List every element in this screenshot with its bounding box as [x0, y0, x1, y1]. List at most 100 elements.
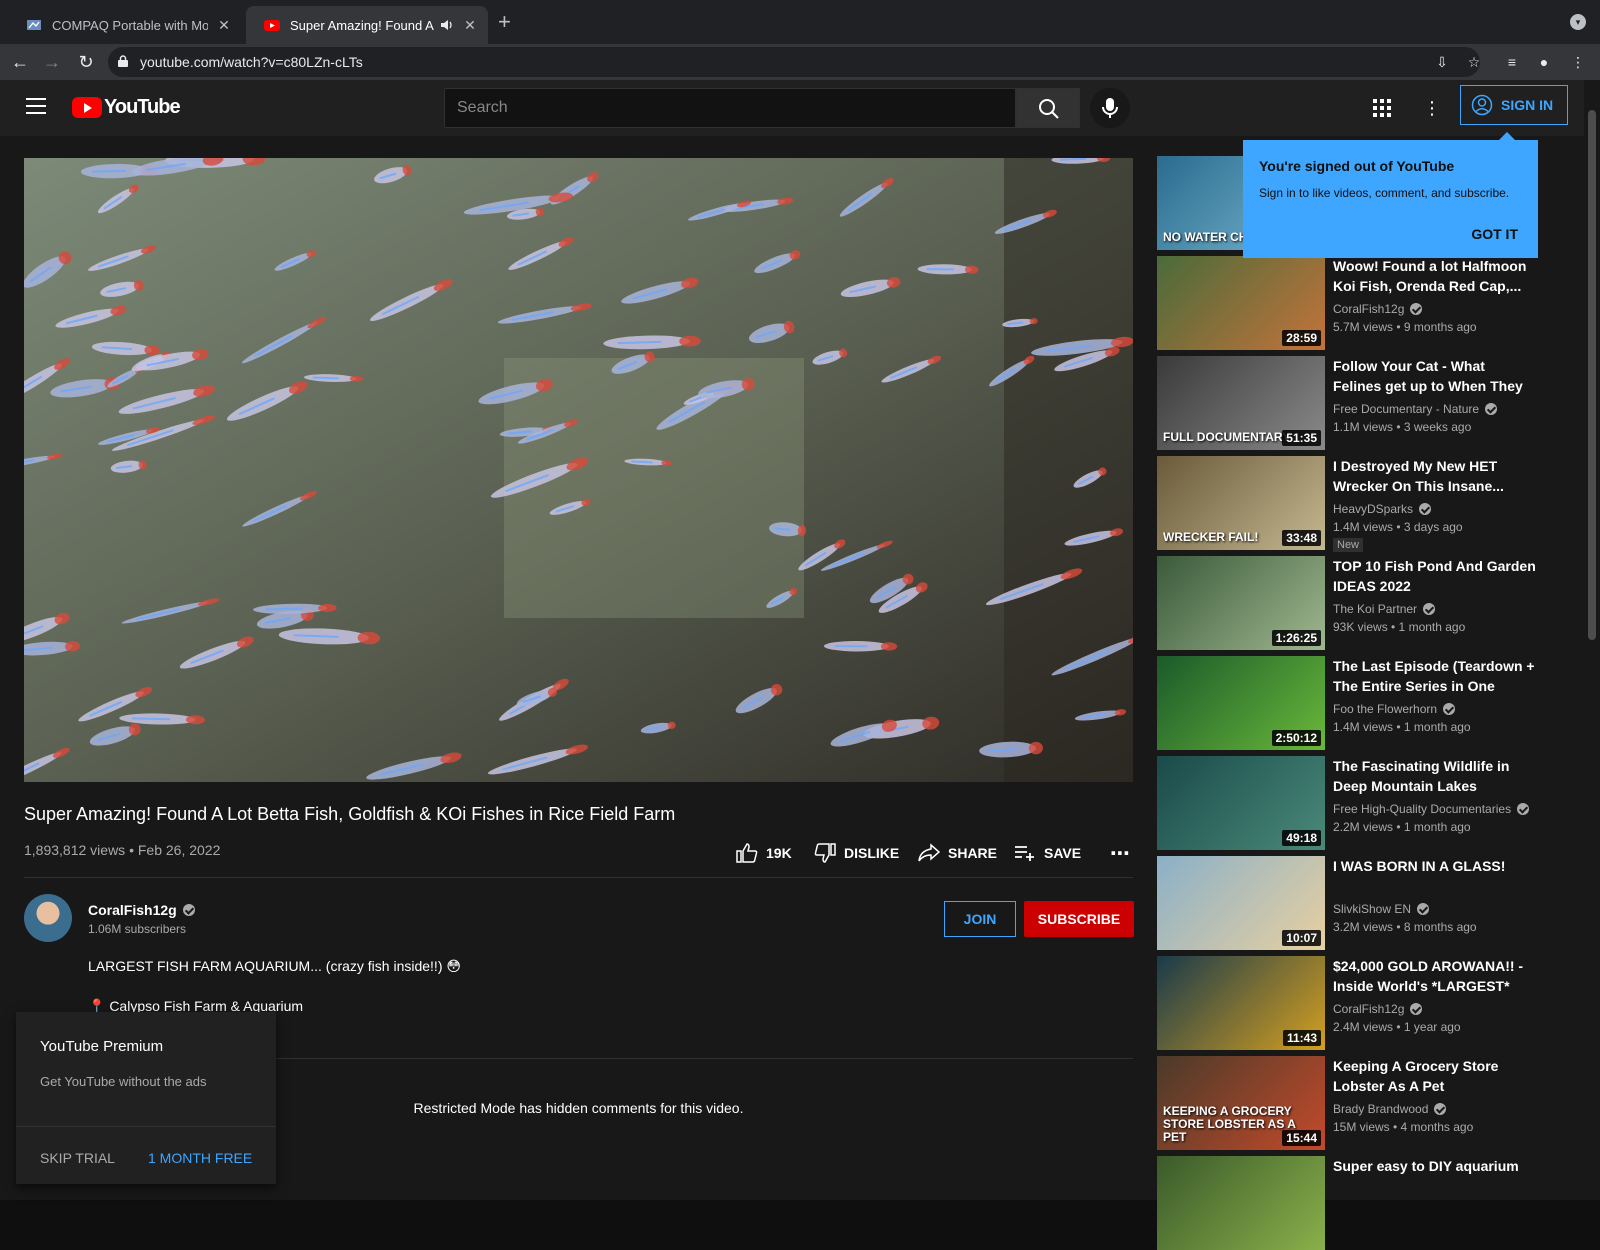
close-tab-icon[interactable]: ✕	[462, 17, 478, 34]
sign-in-label: SIGN IN	[1501, 97, 1554, 113]
recommendation-title[interactable]: I WAS BORN IN A GLASS!	[1333, 856, 1537, 876]
recommendation-channel[interactable]: Free Documentary - Nature	[1333, 402, 1479, 416]
recommendation-title[interactable]: Follow Your Cat - What Felines get up to…	[1333, 356, 1537, 396]
subscribe-button[interactable]: SUBSCRIBE	[1024, 901, 1134, 937]
channel-name-row[interactable]: CoralFish12g	[88, 902, 195, 918]
save-button[interactable]: SAVE	[1014, 838, 1081, 868]
recommendation-title[interactable]: Keeping A Grocery Store Lobster As A Pet	[1333, 1056, 1537, 1096]
profile-icon[interactable]: ●	[1534, 52, 1554, 72]
recommendation-channel[interactable]: Foo the Flowerhorn	[1333, 702, 1437, 716]
recommendation-item[interactable]: 2:50:12 The Last Episode (Teardown + The …	[1157, 656, 1567, 750]
more-actions-icon[interactable]: ⋯	[1110, 838, 1130, 868]
recommendation-item[interactable]: FULL DOCUMENTARY 51:35 Follow Your Cat - W…	[1157, 356, 1567, 450]
like-button[interactable]: 19K	[736, 838, 792, 868]
video-duration: 10:07	[1282, 930, 1321, 946]
address-bar[interactable]: youtube.com/watch?v=c80LZn-cLTs	[108, 47, 1480, 77]
recommendation-title[interactable]: $24,000 GOLD AROWANA!! - Inside World's …	[1333, 956, 1537, 996]
scrollbar-thumb[interactable]	[1588, 110, 1596, 640]
search-input[interactable]	[445, 89, 1015, 127]
dislike-button[interactable]: DISLIKE	[814, 838, 899, 868]
video-player[interactable]	[24, 158, 1133, 782]
recommendation-channel-row: The Koi Partner	[1333, 602, 1436, 616]
channel-name[interactable]: CoralFish12g	[88, 902, 177, 918]
video-views-date: 1,893,812 views • Feb 26, 2022	[24, 842, 221, 858]
recommendation-item[interactable]: 49:18 The Fascinating Wildlife in Deep Mo…	[1157, 756, 1567, 850]
video-thumbnail[interactable]: 1:26:25	[1157, 556, 1325, 650]
recommendation-item[interactable]: Super easy to DIY aquarium	[1157, 1156, 1567, 1250]
recommendation-title[interactable]: Woow! Found a lot Halfmoon Koi Fish, Ore…	[1333, 256, 1537, 296]
video-thumbnail[interactable]: FULL DOCUMENTARY 51:35	[1157, 356, 1325, 450]
browser-menu-icon[interactable]: ⋮	[1568, 52, 1588, 72]
verified-icon	[1419, 503, 1432, 515]
video-thumbnail[interactable]: 2:50:12	[1157, 656, 1325, 750]
recommendation-item[interactable]: 10:07 I WAS BORN IN A GLASS! SlivkiShow EN…	[1157, 856, 1567, 950]
recommendation-channel[interactable]: Free High-Quality Documentaries	[1333, 802, 1511, 816]
video-duration: 28:59	[1282, 330, 1321, 346]
join-button[interactable]: JOIN	[944, 901, 1016, 937]
video-thumbnail[interactable]: KEEPING A GROCERY STORE LOBSTER AS A PET…	[1157, 1056, 1325, 1150]
recommendation-title[interactable]: TOP 10 Fish Pond And Garden IDEAS 2022	[1333, 556, 1537, 596]
recommendation-channel[interactable]: SlivkiShow EN	[1333, 902, 1411, 916]
signed-out-tooltip: You're signed out of YouTube Sign in to …	[1243, 132, 1538, 258]
browser-tab-compaq[interactable]: COMPAQ Portable with Monoc ✕	[8, 6, 242, 44]
video-thumbnail[interactable]: 11:43	[1157, 956, 1325, 1050]
recommendation-item[interactable]: 28:59 Woow! Found a lot Halfmoon Koi Fish…	[1157, 256, 1567, 350]
video-thumbnail[interactable]	[1157, 1156, 1325, 1250]
share-button[interactable]: SHARE	[918, 838, 997, 868]
tab-search-icon[interactable]: ▾	[1570, 14, 1586, 30]
recommendation-title[interactable]: I Destroyed My New HET Wrecker On This I…	[1333, 456, 1537, 496]
close-tab-icon[interactable]: ✕	[216, 17, 232, 34]
video-duration: 11:43	[1282, 1030, 1321, 1046]
video-thumbnail[interactable]: 28:59	[1157, 256, 1325, 350]
verified-icon	[1423, 603, 1436, 615]
install-app-icon[interactable]: ⇩	[1432, 52, 1452, 72]
recommendation-meta: 5.7M views • 9 months ago	[1333, 320, 1477, 334]
page-scrollbar[interactable]	[1584, 80, 1600, 1200]
tooltip-title: You're signed out of YouTube	[1259, 158, 1455, 174]
recommendation-channel[interactable]: HeavyDSparks	[1333, 502, 1413, 516]
reload-icon[interactable]: ↻	[74, 50, 98, 74]
browser-tab-youtube[interactable]: Super Amazing! Found A Lot ✕	[246, 6, 488, 44]
speaker-icon[interactable]	[440, 18, 454, 32]
back-icon[interactable]: ←	[8, 50, 32, 74]
recommendation-channel[interactable]: The Koi Partner	[1333, 602, 1417, 616]
youtube-logo[interactable]: YouTube	[72, 96, 181, 119]
playlist-add-icon	[1015, 846, 1034, 861]
skip-trial-button[interactable]: SKIP TRIAL	[40, 1150, 115, 1166]
video-thumbnail[interactable]: WRECKER FAIL! 33:48	[1157, 456, 1325, 550]
media-control-icon[interactable]: ≡	[1502, 52, 1522, 72]
got-it-button[interactable]: GOT IT	[1471, 226, 1518, 242]
recommendation-item[interactable]: 11:43 $24,000 GOLD AROWANA!! - Inside Wor…	[1157, 956, 1567, 1050]
recommendation-item[interactable]: 1:26:25 TOP 10 Fish Pond And Garden IDEAS…	[1157, 556, 1567, 650]
settings-more-icon[interactable]: ⋮	[1420, 96, 1444, 120]
apps-grid-icon[interactable]	[1372, 98, 1392, 118]
forward-icon[interactable]: →	[40, 50, 64, 74]
subscriber-count: 1.06M subscribers	[88, 922, 187, 936]
search-button[interactable]	[1016, 88, 1080, 128]
recommendation-item[interactable]: WRECKER FAIL! 33:48 I Destroyed My New HET…	[1157, 456, 1567, 552]
recommendation-channel[interactable]: CoralFish12g	[1333, 302, 1404, 316]
channel-avatar[interactable]	[24, 894, 72, 942]
recommendation-channel-row: CoralFish12g	[1333, 1002, 1423, 1016]
sign-in-button[interactable]: SIGN IN	[1460, 85, 1568, 125]
new-tab-icon[interactable]: +	[498, 11, 511, 33]
voice-search-button[interactable]	[1090, 88, 1130, 128]
video-thumbnail[interactable]: 10:07	[1157, 856, 1325, 950]
account-icon	[1471, 94, 1493, 116]
one-month-free-button[interactable]: 1 MONTH FREE	[148, 1150, 252, 1166]
video-duration: 51:35	[1282, 430, 1321, 446]
recommendation-title[interactable]: The Last Episode (Teardown + The Entire …	[1333, 656, 1537, 696]
recommendation-item[interactable]: KEEPING A GROCERY STORE LOBSTER AS A PET…	[1157, 1056, 1567, 1150]
recommendation-title[interactable]: The Fascinating Wildlife in Deep Mountai…	[1333, 756, 1537, 796]
verified-icon	[1443, 703, 1456, 715]
recommendation-channel[interactable]: CoralFish12g	[1333, 1002, 1404, 1016]
menu-icon[interactable]	[26, 98, 46, 114]
search-icon	[1039, 99, 1059, 119]
recommendation-title[interactable]: Super easy to DIY aquarium	[1333, 1156, 1537, 1176]
recommendation-channel-row: HeavyDSparks	[1333, 502, 1432, 516]
youtube-premium-popup: YouTube Premium Get YouTube without the …	[16, 1012, 276, 1184]
recommendation-meta: 15M views • 4 months ago	[1333, 1120, 1474, 1134]
bookmark-star-icon[interactable]: ☆	[1464, 52, 1484, 72]
video-thumbnail[interactable]: 49:18	[1157, 756, 1325, 850]
recommendation-channel[interactable]: Brady Brandwood	[1333, 1102, 1428, 1116]
